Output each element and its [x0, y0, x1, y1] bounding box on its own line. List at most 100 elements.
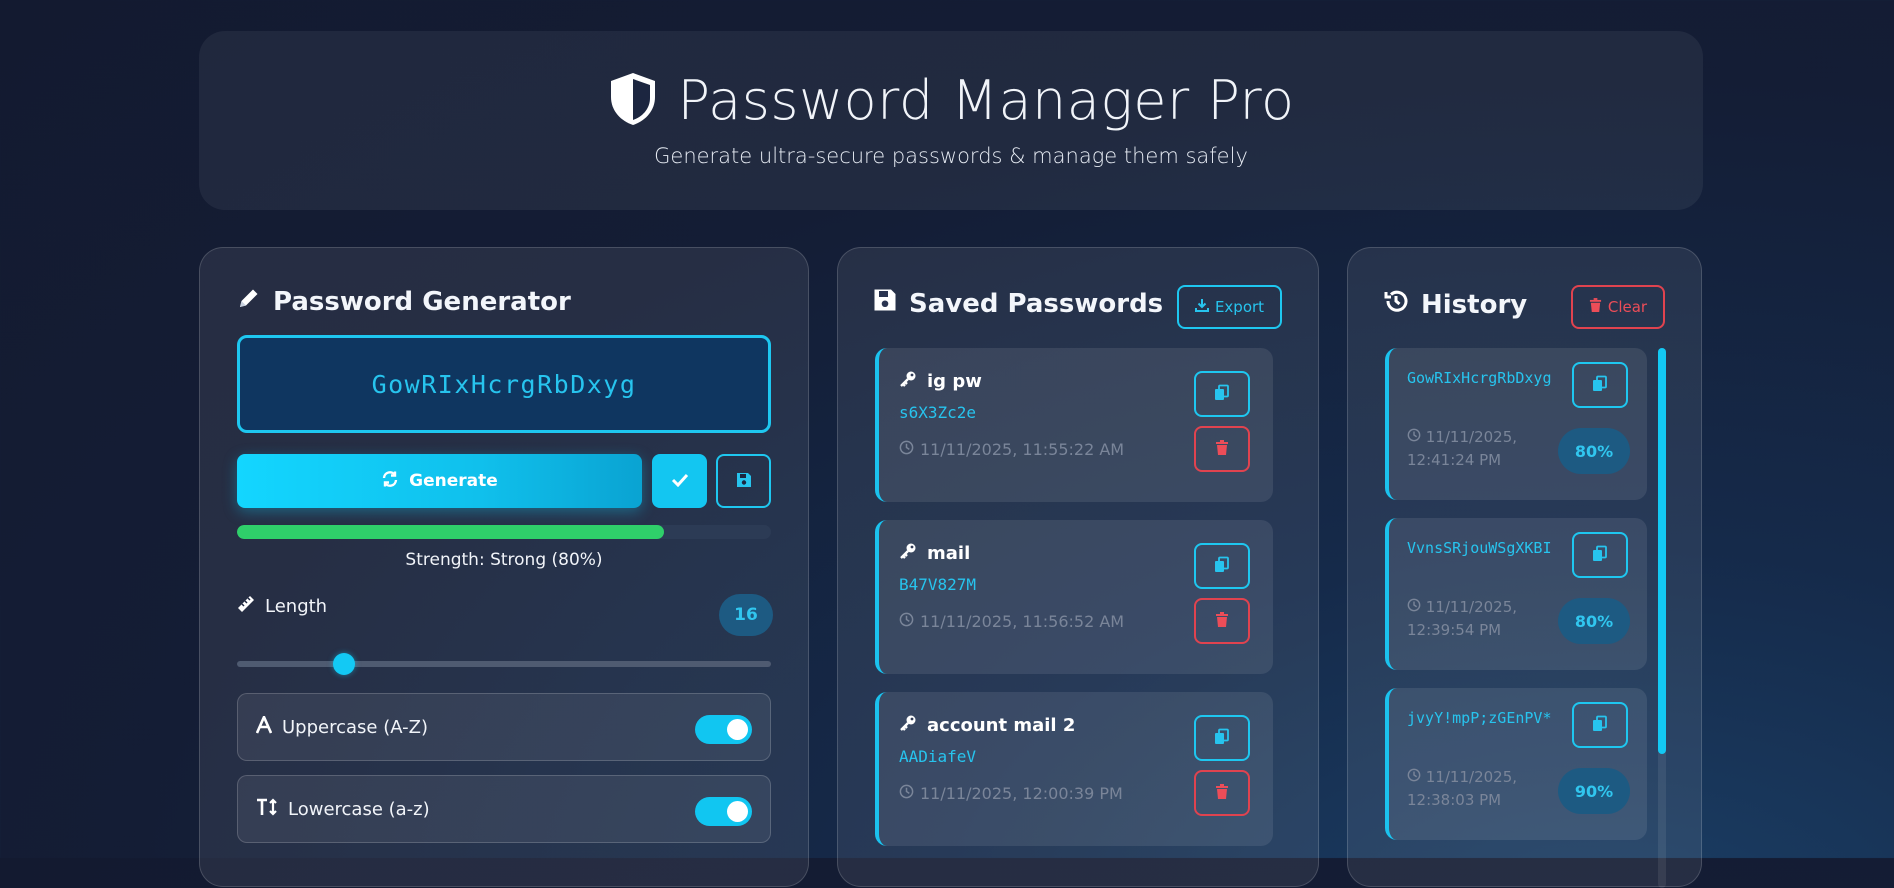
generated-password-display[interactable]: GowRIxHcrgRbDxyg: [237, 335, 771, 433]
clock-icon: [1407, 598, 1421, 616]
app-title: Password Manager Pro: [677, 69, 1295, 132]
saved-passwords-card: Saved Passwords Export ig pw s6X3Zc2e 11…: [837, 247, 1319, 887]
export-button[interactable]: Export: [1177, 285, 1282, 329]
clock-icon: [899, 440, 914, 459]
clear-history-button[interactable]: Clear: [1571, 285, 1665, 329]
app-header: Password Manager Pro Generate ultra-secu…: [199, 31, 1703, 210]
history-time: 11/11/2025, 12:39:54 PM: [1407, 596, 1537, 642]
pencil-icon: [237, 286, 261, 317]
history-title: History: [1383, 288, 1527, 321]
saved-entry-name-text: account mail 2: [927, 715, 1076, 736]
strength-bar-fill: [237, 525, 665, 539]
text-height-icon: [256, 797, 278, 821]
copy-button[interactable]: [1572, 532, 1628, 578]
saved-entry-password: B47V827M: [899, 575, 977, 594]
length-label-text: Length: [265, 596, 328, 617]
option-uppercase: Uppercase (A-Z): [237, 693, 771, 761]
copy-button[interactable]: [1194, 543, 1250, 589]
generate-button[interactable]: Generate: [237, 454, 642, 508]
confirm-button[interactable]: [652, 454, 707, 508]
history-time: 11/11/2025, 12:38:03 PM: [1407, 766, 1537, 812]
saved-entry-name: account mail 2: [899, 714, 1075, 737]
history-time-text: 11/11/2025, 12:38:03 PM: [1407, 768, 1518, 809]
saved-entry-name: mail: [899, 542, 970, 565]
check-icon: [671, 473, 689, 490]
saved-entry-time: 11/11/2025, 11:56:52 AM: [899, 612, 1124, 631]
copy-icon: [1591, 545, 1609, 566]
history-strength-badge: 90%: [1558, 768, 1630, 814]
generator-title-text: Password Generator: [273, 286, 571, 317]
ruler-icon: [237, 595, 255, 618]
toggle-knob: [727, 719, 748, 740]
font-icon: [255, 713, 273, 739]
option-lowercase-text: Lowercase (a-z): [288, 798, 430, 820]
copy-button[interactable]: [1194, 715, 1250, 761]
trash-icon: [1215, 783, 1229, 803]
floppy-icon: [736, 472, 752, 491]
clock-icon: [1407, 428, 1421, 446]
saved-entry: account mail 2 AADiafeV 11/11/2025, 12:0…: [875, 692, 1273, 846]
history-scrollbar[interactable]: [1658, 348, 1666, 888]
length-slider[interactable]: [237, 653, 771, 675]
shield-icon: [607, 71, 659, 131]
saved-entry-name: ig pw: [899, 370, 982, 393]
option-lowercase: Lowercase (a-z): [237, 775, 771, 843]
lowercase-toggle[interactable]: [695, 797, 752, 826]
saved-entry: ig pw s6X3Zc2e 11/11/2025, 11:55:22 AM: [875, 348, 1273, 502]
saved-title-text: Saved Passwords: [909, 288, 1164, 319]
history-icon: [1383, 288, 1409, 321]
option-uppercase-text: Uppercase (A-Z): [282, 716, 428, 738]
history-time-text: 11/11/2025, 12:39:54 PM: [1407, 598, 1518, 639]
clear-label: Clear: [1607, 298, 1648, 316]
saved-title: Saved Passwords: [873, 288, 1163, 319]
save-password-button[interactable]: [716, 454, 771, 508]
option-lowercase-label: Lowercase (a-z): [256, 776, 430, 842]
saved-entry-password: s6X3Zc2e: [899, 403, 977, 422]
history-entry: jvyY!mpP;zGEnPV* 11/11/2025, 12:38:03 PM…: [1385, 688, 1647, 840]
delete-button[interactable]: [1194, 770, 1250, 816]
saved-entry-time-text: 11/11/2025, 12:00:39 PM: [920, 784, 1123, 803]
length-slider-thumb[interactable]: [332, 653, 355, 675]
copy-button[interactable]: [1572, 702, 1628, 748]
saved-entry-password: AADiafeV: [899, 747, 977, 766]
copy-button[interactable]: [1194, 371, 1250, 417]
floppy-icon: [873, 288, 897, 319]
history-title-text: History: [1421, 289, 1528, 320]
saved-entry-time-text: 11/11/2025, 11:56:52 AM: [920, 612, 1125, 631]
length-value-badge: 16: [719, 594, 773, 636]
clock-icon: [899, 784, 914, 803]
generator-card: Password Generator GowRIxHcrgRbDxyg Gene…: [199, 247, 809, 887]
delete-button[interactable]: [1194, 598, 1250, 644]
saved-entry-time: 11/11/2025, 12:00:39 PM: [899, 784, 1123, 803]
saved-entry: mail B47V827M 11/11/2025, 11:56:52 AM: [875, 520, 1273, 674]
copy-icon: [1213, 556, 1231, 577]
uppercase-toggle[interactable]: [695, 715, 752, 744]
saved-entry-name-text: ig pw: [927, 371, 982, 392]
saved-entry-time-text: 11/11/2025, 11:55:22 AM: [920, 440, 1125, 459]
history-time-text: 11/11/2025, 12:41:24 PM: [1407, 428, 1518, 469]
history-time: 11/11/2025, 12:41:24 PM: [1407, 426, 1537, 472]
copy-icon: [1591, 375, 1609, 396]
length-label: Length: [237, 595, 327, 618]
option-uppercase-label: Uppercase (A-Z): [255, 694, 428, 760]
saved-entry-name-text: mail: [927, 543, 971, 564]
export-label: Export: [1214, 298, 1265, 316]
copy-icon: [1591, 715, 1609, 736]
strength-text: Strength: Strong (80%): [405, 550, 603, 570]
history-entry: VvnsSRjouWSgXKBI 11/11/2025, 12:39:54 PM…: [1385, 518, 1647, 670]
trash-icon: [1215, 611, 1229, 631]
history-scrollbar-thumb[interactable]: [1658, 348, 1666, 754]
history-strength-badge: 80%: [1558, 428, 1630, 474]
history-entry: GowRIxHcrgRbDxyg 11/11/2025, 12:41:24 PM…: [1385, 348, 1647, 500]
clock-icon: [899, 612, 914, 631]
copy-icon: [1213, 384, 1231, 405]
app-subtitle: Generate ultra-secure passwords & manage…: [654, 144, 1248, 168]
toggle-knob: [727, 801, 748, 822]
clock-icon: [1407, 768, 1421, 786]
copy-icon: [1213, 728, 1231, 749]
copy-button[interactable]: [1572, 362, 1628, 408]
title-row: Password Manager Pro: [199, 69, 1703, 132]
delete-button[interactable]: [1194, 426, 1250, 472]
refresh-icon: [381, 470, 399, 493]
trash-icon: [1215, 439, 1229, 459]
